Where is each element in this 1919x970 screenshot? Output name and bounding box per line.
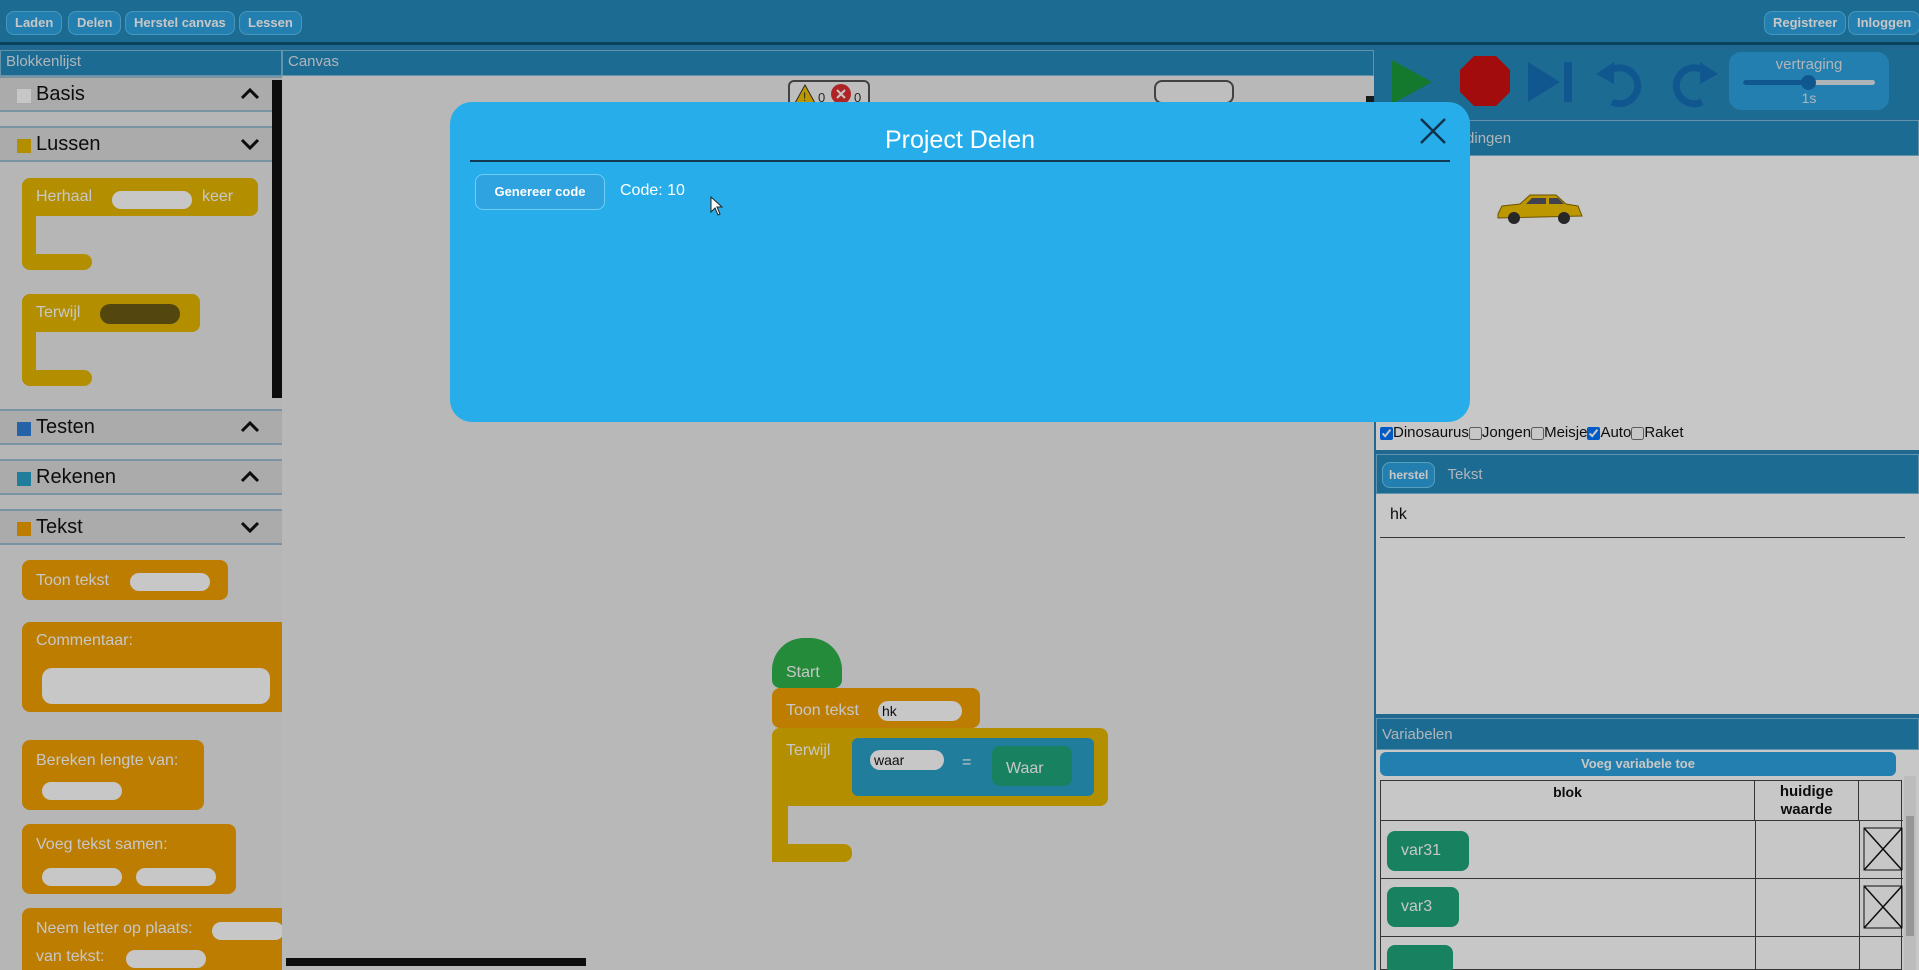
mouse-cursor-icon <box>710 196 724 216</box>
share-project-dialog: Project Delen Genereer code Code: 10 <box>450 102 1470 422</box>
dialog-title: Project Delen <box>884 126 1036 154</box>
generate-code-button[interactable]: Genereer code <box>475 174 605 210</box>
close-icon[interactable] <box>1418 116 1448 146</box>
share-code: Code: 10 <box>620 182 685 199</box>
dialog-divider <box>470 160 1450 162</box>
